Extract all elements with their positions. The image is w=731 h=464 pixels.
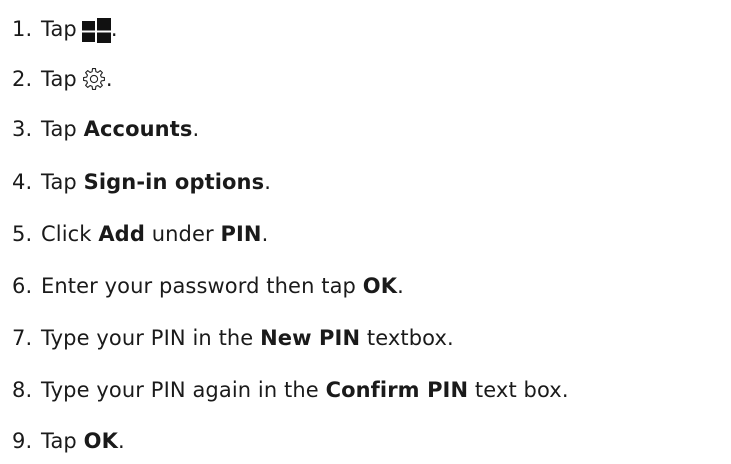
step-3: 3. Tap Accounts . [12, 114, 199, 144]
step-suffix: text box. [468, 378, 569, 402]
step-number: 3. [12, 117, 33, 141]
windows-start-icon [81, 17, 111, 43]
step-number: 9. [12, 429, 33, 453]
step-suffix: . [110, 17, 118, 41]
step-8: 8. Type your PIN again in the Confirm PI… [12, 375, 569, 405]
step-bold-text: OK [362, 274, 398, 298]
step-text: Tap [41, 170, 84, 194]
gear-icon [82, 68, 105, 90]
step-number: 5. [12, 222, 33, 246]
step-1: 1. Tap . [12, 14, 118, 44]
step-2: 2. Tap . [12, 64, 113, 94]
step-suffix: . [264, 170, 271, 194]
step-9: 9. Tap OK . [12, 426, 125, 456]
step-middle-text: under [144, 222, 221, 246]
step-suffix: . [397, 274, 404, 298]
step-bold-text: Add [98, 222, 145, 246]
step-6: 6. Enter your password then tap OK . [12, 271, 404, 301]
step-bold-text: OK [83, 429, 118, 453]
gear-outline [82, 68, 105, 90]
step-bold-text: Confirm PIN [325, 378, 469, 402]
step-suffix: . [261, 222, 269, 246]
step-number: 4. [12, 170, 33, 194]
step-text: Tap [41, 429, 84, 453]
step-text: Tap [41, 17, 77, 41]
step-text: Type your PIN in the [41, 326, 261, 350]
step-number: 8. [12, 378, 33, 402]
step-bold-text: New PIN [260, 326, 361, 350]
step-number: 7. [12, 326, 33, 350]
step-suffix: . [117, 429, 125, 453]
instruction-steps: 1. Tap . 2. Tap . 3. Tap Accounts . 4. T… [0, 0, 731, 464]
step-4: 4. Tap Sign-in options . [12, 167, 271, 197]
step-7: 7. Type your PIN in the New PIN textbox. [12, 323, 454, 353]
step-text: Click [41, 222, 99, 246]
step-bold-text-2: PIN [220, 222, 262, 246]
step-text: Type your PIN again in the [41, 378, 326, 402]
step-suffix: . [105, 67, 113, 91]
step-suffix: textbox. [360, 326, 454, 350]
step-bold-text: Sign-in options [83, 170, 265, 194]
step-text: Tap [41, 67, 77, 91]
step-number: 6. [12, 274, 33, 298]
step-text: Enter your password then tap [41, 274, 363, 298]
step-bold-text: Accounts [83, 117, 193, 141]
step-text: Tap [41, 117, 84, 141]
step-5: 5. Click Add under PIN . [12, 219, 268, 249]
step-number: 2. [12, 67, 33, 91]
step-suffix: . [192, 117, 200, 141]
step-number: 1. [12, 17, 33, 41]
